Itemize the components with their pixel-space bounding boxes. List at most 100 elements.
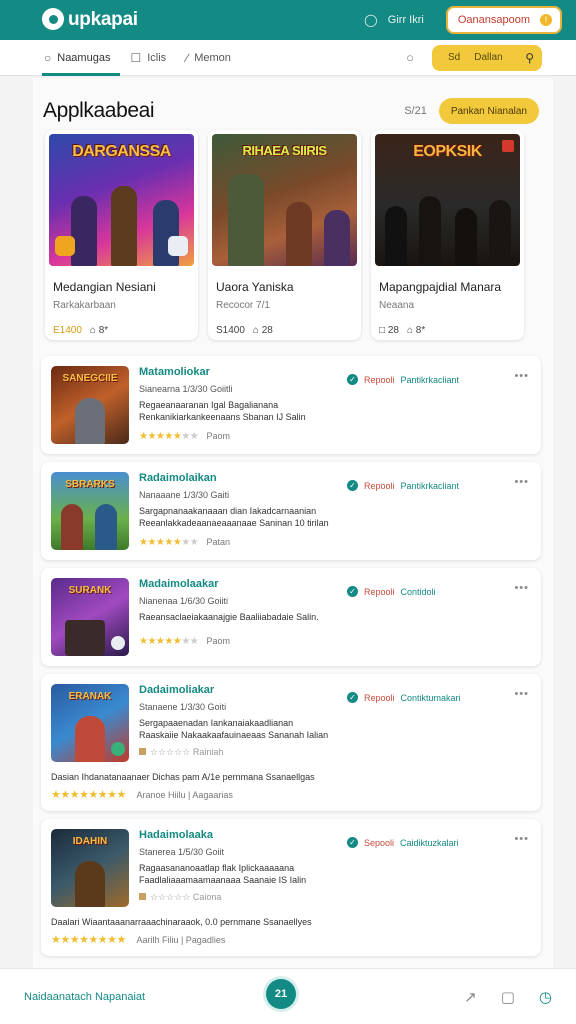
star-rating: ★★★★★★★ Patan xyxy=(139,537,231,549)
more-options-icon[interactable]: ••• xyxy=(514,476,529,488)
chat-icon[interactable]: ◯ xyxy=(364,13,378,27)
clock-icon[interactable]: ◷ xyxy=(539,988,552,1006)
pill-label: Sd xyxy=(448,52,461,63)
extra-rating-label: Aranoe Hiilu | Aagaarias xyxy=(136,790,233,800)
app-logo[interactable]: upkapai xyxy=(68,9,138,31)
badge-icon xyxy=(55,236,75,256)
featured-card[interactable]: RIHAEA SIIRIS Uaora Yaniska Recocor 7/1 … xyxy=(208,130,361,340)
extra-rating-label: Aarilh Filiu | Pagadlies xyxy=(136,935,226,945)
item-name[interactable]: Madaimolaakar xyxy=(139,578,531,590)
item-status: ✓ Sepooli Caidiktuzkalari xyxy=(347,837,459,848)
search-icon: ○ xyxy=(44,50,52,65)
item-name[interactable]: Radaimolaikan xyxy=(139,472,531,484)
logo-icon xyxy=(42,8,64,30)
status-link[interactable]: Contidoli xyxy=(401,587,436,597)
item-name[interactable]: Dadaimoliakar xyxy=(139,684,531,696)
more-options-icon[interactable]: ••• xyxy=(514,688,529,700)
thumbnail-title: ERANAK xyxy=(68,691,112,702)
tab-label: Naamugas xyxy=(57,51,111,64)
search-icon[interactable]: ○ xyxy=(406,50,414,65)
featured-card[interactable]: DARGANSSA Medangian Nesiani Rarkakarbaan… xyxy=(45,130,198,340)
card-title: Uaora Yaniska xyxy=(216,280,294,294)
game-art: EOPKSIK xyxy=(375,134,520,266)
header-button[interactable]: Oanansapoom ! xyxy=(445,6,562,34)
star-rating: ☆☆☆☆☆ Caiona xyxy=(139,892,531,903)
tab-memon[interactable]: ∕ Memon xyxy=(186,40,231,76)
tab-naamugas[interactable]: ○ Naamugas xyxy=(41,40,121,76)
status-link[interactable]: Contiktumakari xyxy=(401,693,461,703)
list-item[interactable]: ERANAK Dadaimoliakar Stanaene 1/3/30 Goi… xyxy=(41,674,541,811)
list-item[interactable]: IDAHIN Hadaimolaaka Stanerea 1/5/30 Goii… xyxy=(41,819,541,956)
featured-row: DARGANSSA Medangian Nesiani Rarkakarbaan… xyxy=(33,130,553,340)
tab-iclis[interactable]: ☐ Iclis xyxy=(130,40,166,76)
status-badge: Sepooli xyxy=(364,837,395,848)
featured-card[interactable]: EOPKSIK Mapangpajdial Manara Neaana □ 28… xyxy=(371,130,524,340)
nav-bar: ○ Naamugas ☐ Iclis ∕ Memon ○ Sd Dallan ⚲ xyxy=(0,40,576,76)
character-figure xyxy=(95,504,117,550)
status-link[interactable]: Pantikrkacliant xyxy=(401,375,460,385)
list-item[interactable]: SANEGCIIE Matamoliokar Sianearna 1/3/30 … xyxy=(41,356,541,454)
center-fab-button[interactable]: 21 xyxy=(266,979,296,1009)
verified-icon: ✓ xyxy=(347,692,358,703)
search-icon: ⚲ xyxy=(525,50,534,65)
bottom-bar: Naidaanatach Napanaiat 21 ↗ ▢ ◷ xyxy=(0,968,576,1024)
list-item[interactable]: SURANK Madaimolaakar Nianenaa 1/6/30 Goi… xyxy=(41,568,541,666)
card-meta: □ 28 ⌂ 8* xyxy=(371,311,524,336)
card-title: Mapangpajdial Manara xyxy=(379,280,502,294)
character-figure xyxy=(228,174,264,266)
badge-icon xyxy=(502,140,514,152)
verified-icon: ✓ xyxy=(347,586,358,597)
item-info: Madaimolaakar Nianenaa 1/6/30 Goiiti Rae… xyxy=(139,578,531,656)
verified-icon: ✓ xyxy=(347,837,358,848)
star-rating: ★★★★★★★ Paom xyxy=(139,431,231,443)
character-figure xyxy=(71,196,97,266)
more-options-icon[interactable]: ••• xyxy=(514,833,529,845)
status-badge: Repooli xyxy=(364,586,395,597)
thumbnail-title: SURANK xyxy=(68,585,112,596)
item-description: Regaeanaaranan Igal Bagalianana Renkanik… xyxy=(139,400,531,423)
search-pill[interactable]: Sd Dallan ⚲ xyxy=(432,44,542,71)
section-action-button[interactable]: Pankan Nianalan xyxy=(438,98,539,124)
verified-icon: ✓ xyxy=(347,480,358,491)
header-button-label: Oanansapoom xyxy=(457,14,530,26)
app-header: upkapai ◯ Girr Ikri Oanansapoom ! xyxy=(0,0,576,40)
description-line: Raaskaiie Nakaakaafauinaeaas Sananah Ial… xyxy=(139,729,329,740)
item-name[interactable]: Matamoliokar xyxy=(139,366,531,378)
bottom-label[interactable]: Naidaanatach Napanaiat xyxy=(24,991,145,1003)
section-count: S/21 xyxy=(404,105,427,117)
item-meta: Nanaaane 1/3/30 Gaiti xyxy=(139,490,230,500)
list-item[interactable]: SBRARKS Radaimolaikan Nanaaane 1/3/30 Ga… xyxy=(41,462,541,560)
more-options-icon[interactable]: ••• xyxy=(514,370,529,382)
item-meta: Sianearna 1/3/30 Goiitli xyxy=(139,384,233,394)
item-info: Matamoliokar Sianearna 1/3/30 Goiitli Re… xyxy=(139,366,531,444)
description-line: Regaeanaaranan Igal Bagalianana xyxy=(139,400,279,410)
app-thumbnail: IDAHIN xyxy=(51,829,129,907)
art-title: EOPKSIK xyxy=(413,143,482,160)
item-extra-text: Daalari Wiaantaaanarraaachinaraaok, 0.0 … xyxy=(51,917,312,927)
card-subtitle: Neaana xyxy=(379,300,415,311)
status-link[interactable]: Caidiktuzkalari xyxy=(400,838,459,848)
card-title: Medangian Nesiani xyxy=(53,280,156,294)
thumbnail-title: SBRARKS xyxy=(65,479,115,490)
app-list: SANEGCIIE Matamoliokar Sianearna 1/3/30 … xyxy=(33,340,553,956)
card-meta: E1400 ⌂ 8* xyxy=(45,311,198,336)
status-link[interactable]: Pantikrkacliant xyxy=(401,481,460,491)
art-title: RIHAEA SIIRIS xyxy=(242,143,327,158)
card-likes: ⌂ 8* xyxy=(406,325,426,336)
trend-icon[interactable]: ↗ xyxy=(464,988,477,1006)
extra-star-rating: ★★★★★★★★ Aarilh Filiu | Pagadlies xyxy=(51,934,226,946)
description-line: Faadlaliaaamaamaanaaa Saanaie IS Ialin xyxy=(139,874,307,885)
rating-label: Paom xyxy=(206,431,231,442)
image-icon[interactable]: ▢ xyxy=(501,988,515,1006)
item-info: Hadaimolaaka Stanerea 1/5/30 Goiit Ragaa… xyxy=(139,829,531,907)
tab-label: Memon xyxy=(194,51,231,64)
star-rating: ☆☆☆☆☆ Rainiah xyxy=(139,747,531,758)
character-figure xyxy=(455,208,477,266)
main-content: Applkaabeai S/21 Pankan Nianalan DARGANS… xyxy=(33,78,553,968)
character-figure xyxy=(65,620,105,656)
item-name[interactable]: Hadaimolaaka xyxy=(139,829,531,841)
item-status: ✓ Repooli Contiktumakari xyxy=(347,692,461,703)
more-options-icon[interactable]: ••• xyxy=(514,582,529,594)
star-rating: ★★★★★★★ Paom xyxy=(139,635,231,647)
header-link[interactable]: Girr Ikri xyxy=(388,14,424,26)
